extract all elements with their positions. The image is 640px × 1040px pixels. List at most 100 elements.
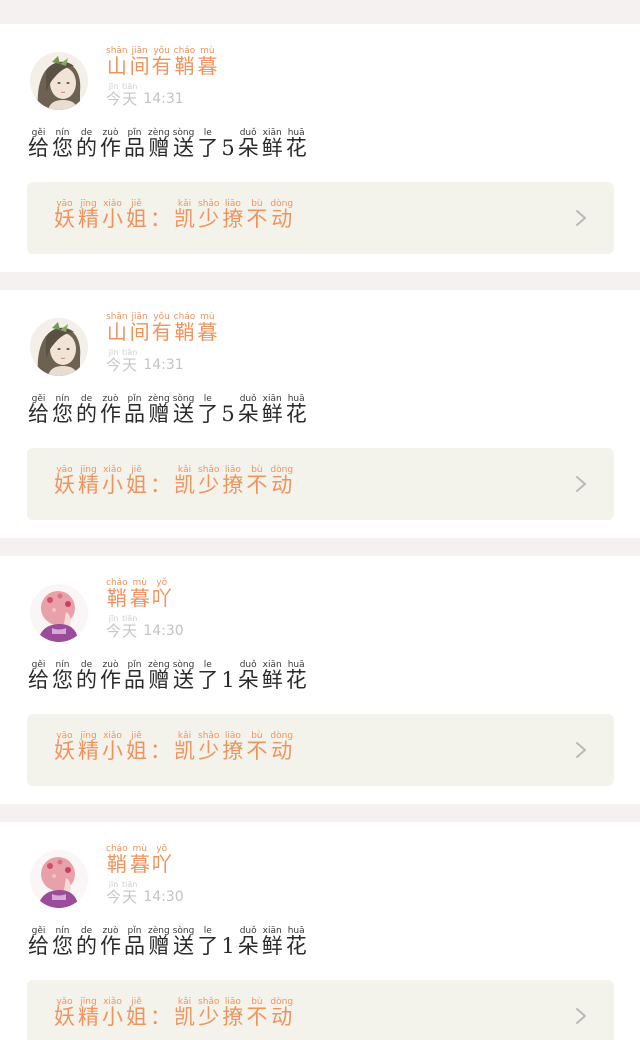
ruby-char: yǒu 有: [152, 46, 172, 76]
hanzi-text: 鲜: [261, 668, 283, 692]
day-label: jīn 今 tiān 天: [106, 880, 137, 905]
quoted-work-link[interactable]: yāo 妖 jīng 精 xiǎo 小 jiě 姐 ： kǎi 凯 shǎo 少 liāo 撩 bù 不 dòn…: [27, 182, 614, 254]
hanzi-text: 品: [124, 136, 145, 160]
hanzi-text: 了: [197, 136, 219, 160]
ruby-char: huā 花: [286, 660, 307, 691]
hanzi-text: 作: [100, 136, 121, 160]
hanzi-text: 不: [246, 1005, 268, 1029]
ruby-char: gěi 给: [28, 660, 49, 691]
ruby-char: le 了: [197, 926, 218, 957]
user-name[interactable]: cháo 鞘 mù 暮 yǒ 吖: [106, 578, 172, 608]
girl-with-flowers-icon: [30, 584, 88, 642]
ruby-char: duǒ 朵: [238, 128, 259, 159]
ruby-char: yǒ 吖: [152, 578, 172, 608]
hanzi-text: 凯: [174, 207, 195, 231]
chevron-right-icon: [576, 476, 586, 492]
quoted-work-link[interactable]: yāo 妖 jīng 精 xiǎo 小 jiě 姐 ： kǎi 凯 shǎo 少 liāo 撩 bù 不 dòn…: [27, 714, 614, 786]
hanzi-text: 作: [100, 934, 121, 958]
hanzi-text: 暮: [197, 320, 218, 344]
user-avatar[interactable]: [30, 318, 88, 376]
hanzi-text: 今: [106, 90, 122, 108]
ruby-char: dòng 动: [270, 465, 293, 496]
ruby-char: shān 山: [106, 46, 128, 76]
hanzi-text: 天: [122, 622, 138, 640]
ruby-char: jīn 今: [106, 82, 121, 107]
user-avatar[interactable]: [30, 850, 88, 908]
ruby-char: yāo 妖: [54, 465, 75, 496]
hanzi-text: 妖: [54, 739, 75, 763]
ruby-char: ：: [150, 199, 171, 230]
ruby-char: pǐn 品: [124, 926, 145, 957]
quoted-work-title: yāo 妖 jīng 精 xiǎo 小 jiě 姐 ： kǎi 凯 shǎo 少 liāo 撩 bù 不 dòn…: [54, 731, 293, 762]
hanzi-text: 作: [100, 668, 121, 692]
quoted-work-link[interactable]: yāo 妖 jīng 精 xiǎo 小 jiě 姐 ： kǎi 凯 shǎo 少 liāo 撩 bù 不 dòn…: [27, 980, 614, 1040]
hanzi-text: 精: [78, 1005, 99, 1029]
hanzi-text: 少: [198, 207, 220, 231]
user-avatar[interactable]: [30, 52, 88, 110]
hanzi-text: 山: [106, 320, 127, 344]
ruby-char: nín 您: [52, 394, 73, 425]
hanzi-text: 了: [197, 402, 219, 426]
hanzi-text: 动: [271, 739, 293, 763]
girl-with-flowers-icon: [30, 850, 88, 908]
hanzi-text: 妖: [54, 207, 75, 231]
hanzi-text: 暮: [197, 54, 218, 78]
quoted-work-title: yāo 妖 jīng 精 xiǎo 小 jiě 姐 ： kǎi 凯 shǎo 少 liāo 撩 bù 不 dòn…: [54, 199, 293, 230]
hanzi-text: 凯: [174, 473, 195, 497]
hanzi-text: 有: [151, 54, 172, 78]
hanzi-text: 送: [173, 402, 194, 426]
ruby-char: xiān 鲜: [262, 394, 283, 425]
hanzi-text: 不: [246, 207, 268, 231]
hanzi-text: 朵: [237, 136, 259, 160]
ruby-char: pǐn 品: [124, 394, 145, 425]
ruby-char: xiǎo 小: [102, 199, 123, 230]
hanzi-text: 花: [285, 668, 307, 692]
hanzi-text: 暮: [129, 852, 150, 876]
day-label: jīn 今 tiān 天: [106, 82, 137, 107]
ruby-char: le 了: [197, 394, 218, 425]
hanzi-text: 撩: [222, 739, 244, 763]
ruby-char: jīng 精: [78, 465, 99, 496]
ruby-char: jiān 间: [130, 46, 150, 76]
day-label: jīn 今 tiān 天: [106, 614, 137, 639]
ruby-char: shǎo 少: [198, 465, 219, 496]
ruby-char: cháo 鞘: [174, 46, 196, 76]
ruby-char: zuò 作: [100, 394, 121, 425]
ruby-char: huā 花: [286, 926, 307, 957]
hanzi-text: 品: [124, 668, 145, 692]
hanzi-text: 鞘: [174, 54, 195, 78]
timestamp: 14:31: [143, 91, 184, 107]
hanzi-text: 动: [271, 1005, 293, 1029]
ruby-char: jiān 间: [130, 312, 150, 342]
hanzi-text: ：: [150, 1005, 171, 1029]
user-name[interactable]: shān 山 jiān 间 yǒu 有 cháo 鞘 mù 暮: [106, 312, 217, 342]
user-name[interactable]: cháo 鞘 mù 暮 yǒ 吖: [106, 844, 172, 874]
ruby-char: nín 您: [52, 926, 73, 957]
user-avatar[interactable]: [30, 584, 88, 642]
hanzi-text: 的: [76, 934, 97, 958]
post-meta: jīn 今 tiān 天 14:30: [106, 614, 184, 639]
hanzi-text: 撩: [222, 207, 244, 231]
hanzi-text: 的: [76, 136, 97, 160]
ruby-char: cháo 鞘: [106, 844, 128, 874]
ruby-char: pǐn 品: [124, 660, 145, 691]
ruby-char: jiě 姐: [126, 465, 147, 496]
post-meta: jīn 今 tiān 天 14:31: [106, 348, 184, 373]
ruby-char: 1: [221, 926, 234, 957]
ruby-char: liāo 撩: [222, 199, 243, 230]
hanzi-text: 鲜: [261, 136, 283, 160]
ruby-char: liāo 撩: [222, 997, 243, 1028]
hanzi-text: 姐: [126, 1005, 147, 1029]
hanzi-text: 动: [271, 207, 293, 231]
hanzi-text: 精: [78, 207, 99, 231]
ruby-char: shǎo 少: [198, 731, 219, 762]
quoted-work-link[interactable]: yāo 妖 jīng 精 xiǎo 小 jiě 姐 ： kǎi 凯 shǎo 少 liāo 撩 bù 不 dòn…: [27, 448, 614, 520]
gift-notification-card: cháo 鞘 mù 暮 yǒ 吖 jīn 今 tiān 天 14:30 gěi 给 nín 您 de 的 z…: [0, 556, 640, 804]
ruby-char: xiǎo 小: [102, 997, 123, 1028]
ruby-char: sòng 送: [173, 394, 195, 425]
ruby-char: sòng 送: [173, 128, 195, 159]
ruby-char: cháo 鞘: [106, 578, 128, 608]
hanzi-text: 花: [285, 402, 307, 426]
user-name[interactable]: shān 山 jiān 间 yǒu 有 cháo 鞘 mù 暮: [106, 46, 217, 76]
ruby-char: gěi 给: [28, 394, 49, 425]
